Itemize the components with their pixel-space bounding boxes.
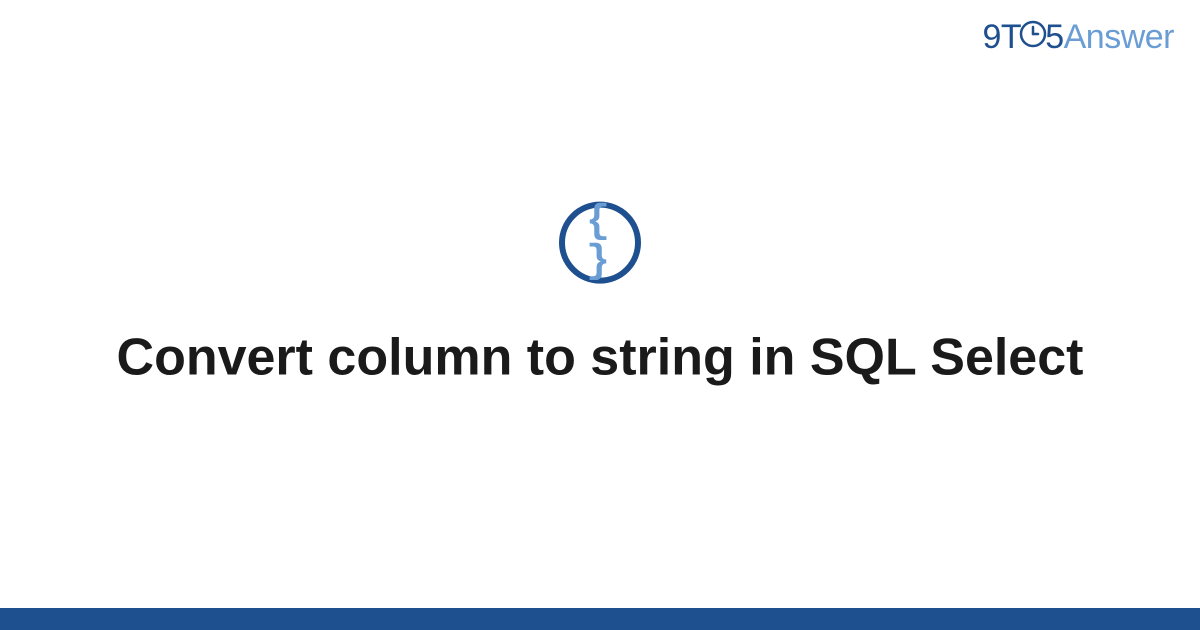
clock-icon [1019, 18, 1047, 57]
braces-icon: { } [565, 203, 635, 283]
page-title: Convert column to string in SQL Select [0, 326, 1200, 391]
logo-answer: Answer [1064, 18, 1174, 56]
category-icon: { } [559, 202, 641, 284]
logo-five: 5 [1045, 18, 1063, 56]
site-logo: 9T5Answer [983, 18, 1175, 59]
logo-nine: 9 [983, 18, 1001, 56]
main-content: { } Convert column to string in SQL Sele… [0, 202, 1200, 391]
logo-t: T [1001, 18, 1021, 56]
footer-bar [0, 608, 1200, 630]
